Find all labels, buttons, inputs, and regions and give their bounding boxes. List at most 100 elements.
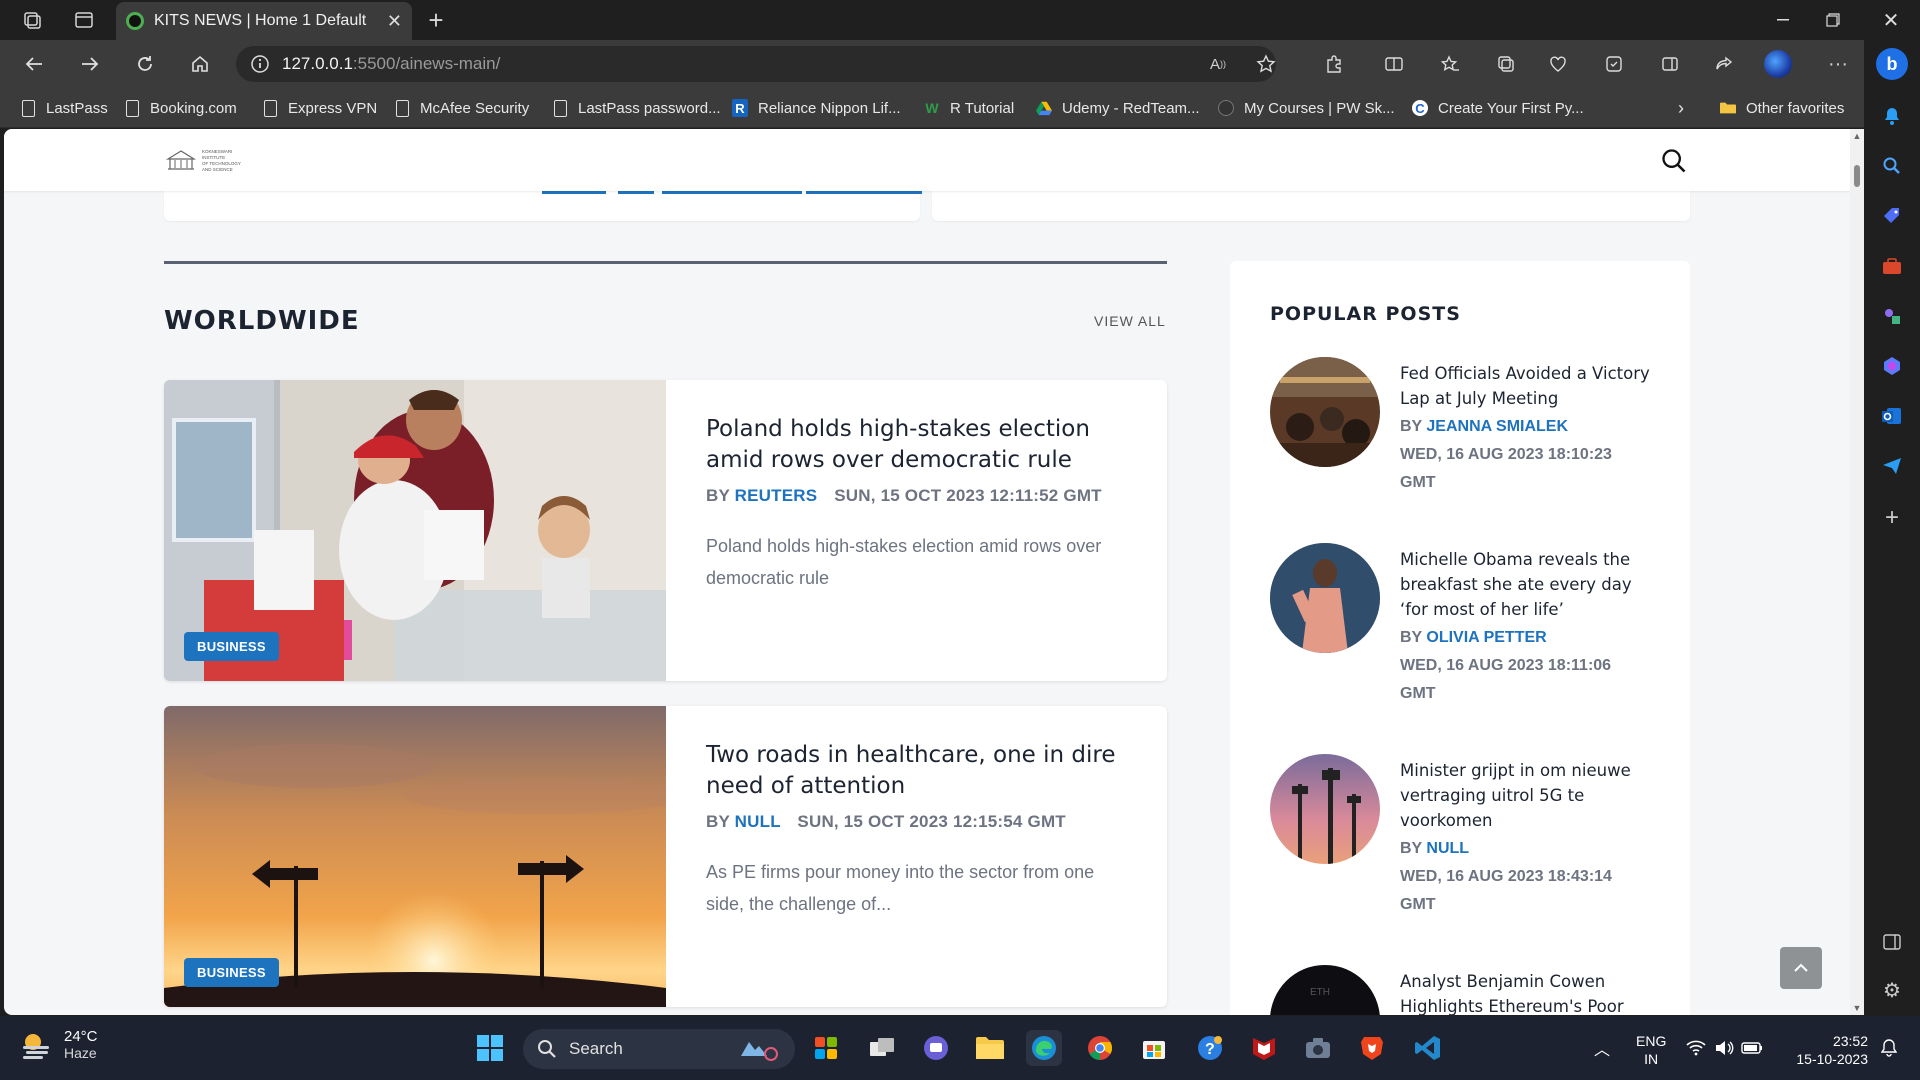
popular-post-title[interactable]: Michelle Obama reveals the breakfast she… — [1400, 547, 1650, 622]
article-author[interactable]: REUTERS — [735, 486, 818, 505]
bing-copilot-icon[interactable]: b — [1876, 48, 1908, 80]
performance-icon[interactable] — [1600, 50, 1628, 78]
tools-icon[interactable] — [1878, 252, 1906, 280]
bookmark-mcafee[interactable]: McAfee Security — [394, 96, 529, 120]
split-screen-icon[interactable] — [1380, 50, 1408, 78]
microsoft-store-icon[interactable] — [1136, 1030, 1172, 1066]
chrome-icon[interactable] — [1082, 1030, 1118, 1066]
scroll-down-arrow-icon[interactable]: ▼ — [1852, 1003, 1862, 1013]
site-logo[interactable]: KOKNESWARI INSTITUTE OF TECHNOLOGY AND S… — [164, 145, 254, 175]
bookmark-booking[interactable]: Booking.com — [124, 96, 237, 120]
close-tab-icon[interactable]: ✕ — [387, 11, 402, 32]
bookmark-lastpass-password[interactable]: LastPass password... — [552, 96, 721, 120]
site-search-icon[interactable] — [1660, 147, 1688, 175]
battery-icon[interactable] — [1740, 1030, 1764, 1066]
favorite-star-icon[interactable] — [1252, 50, 1280, 78]
popular-post-title[interactable]: Minister grijpt in om nieuwe vertraging … — [1400, 758, 1650, 833]
workspaces-icon[interactable] — [16, 6, 48, 34]
system-clock[interactable]: 23:52 15-10-2023 — [1776, 1032, 1868, 1068]
category-badge[interactable]: BUSINESS — [184, 632, 279, 661]
article-image-crossroads[interactable]: BUSINESS — [164, 706, 666, 1007]
outlook-icon[interactable] — [1878, 402, 1906, 430]
popular-post-author[interactable]: OLIVIA PETTER — [1426, 629, 1546, 646]
microsoft-365-icon[interactable] — [1878, 352, 1906, 380]
popular-post-thumbnail[interactable] — [1270, 357, 1380, 467]
share-icon[interactable] — [1710, 50, 1738, 78]
home-icon[interactable] — [182, 48, 218, 80]
article-card[interactable]: BUSINESS Poland holds high-stakes electi… — [164, 380, 1167, 681]
article-image-election[interactable]: BUSINESS — [164, 380, 666, 681]
back-to-top-button[interactable] — [1780, 947, 1822, 989]
popular-post-thumbnail[interactable] — [1270, 543, 1380, 653]
bookmark-r-tutorial[interactable]: WR Tutorial — [924, 96, 1014, 120]
edge-browser-icon[interactable] — [1026, 1030, 1062, 1066]
restore-icon[interactable] — [1810, 4, 1856, 36]
article-headline[interactable]: Two roads in healthcare, one in dire nee… — [706, 740, 1126, 802]
bookmark-create-first-py[interactable]: C Create Your First Py... — [1412, 96, 1584, 120]
add-sidebar-app-icon[interactable]: + — [1878, 504, 1906, 532]
task-view-icon[interactable] — [864, 1030, 900, 1066]
category-badge[interactable]: BUSINESS — [184, 958, 279, 987]
notification-bell-icon[interactable] — [1874, 1030, 1904, 1066]
search-sidebar-icon[interactable] — [1878, 152, 1906, 180]
view-all-link[interactable]: VIEW ALL — [1094, 313, 1166, 329]
popular-post-author[interactable]: NULL — [1426, 840, 1469, 857]
other-favorites-folder[interactable]: Other favorites — [1720, 96, 1844, 120]
camera-icon[interactable] — [1300, 1030, 1336, 1066]
scrollbar-thumb[interactable] — [1854, 165, 1860, 187]
address-bar[interactable]: 127.0.0.1:5500/ainews-main/ — [236, 46, 1276, 82]
page-scrollbar[interactable]: ▲ ▼ — [1850, 129, 1864, 1015]
site-info-icon[interactable] — [250, 54, 270, 74]
show-hidden-icons-chevron[interactable]: ︿ — [1584, 1030, 1620, 1066]
brave-browser-icon[interactable] — [1354, 1030, 1390, 1066]
mcafee-icon[interactable] — [1246, 1030, 1282, 1066]
bookmark-pw-skills[interactable]: My Courses | PW Sk... — [1218, 96, 1395, 120]
bookmark-lastpass[interactable]: LastPass — [20, 96, 108, 120]
popular-post-thumbnail[interactable] — [1270, 754, 1380, 864]
favorites-icon[interactable] — [1436, 50, 1464, 78]
tab-actions-icon[interactable] — [68, 6, 100, 34]
bookmarks-overflow-icon[interactable]: › — [1678, 96, 1684, 120]
refresh-icon[interactable] — [127, 48, 163, 80]
close-window-icon[interactable]: ✕ — [1868, 4, 1914, 36]
popular-post-title[interactable]: Analyst Benjamin Cowen Highlights Ethere… — [1400, 969, 1650, 1015]
popular-post-title[interactable]: Fed Officials Avoided a Victory Lap at J… — [1400, 361, 1650, 411]
games-icon[interactable] — [1878, 302, 1906, 330]
scroll-up-arrow-icon[interactable]: ▲ — [1852, 131, 1862, 141]
more-menu-icon[interactable]: ··· — [1824, 50, 1852, 78]
file-explorer-icon[interactable] — [972, 1030, 1008, 1066]
taskbar-search-box[interactable]: Search — [523, 1029, 795, 1069]
vscode-icon[interactable] — [1410, 1030, 1446, 1066]
weather-widget[interactable]: 24°C Haze — [20, 1028, 98, 1061]
tab-kits-news[interactable]: KITS NEWS | Home 1 Default ✕ — [116, 2, 412, 40]
extensions-icon[interactable] — [1320, 50, 1348, 78]
language-indicator[interactable]: ENG IN — [1636, 1032, 1666, 1068]
start-windows-icon[interactable] — [472, 1030, 508, 1066]
wifi-icon[interactable] — [1684, 1030, 1708, 1066]
bookmark-reliance-nippon[interactable]: R Reliance Nippon Lif... — [732, 96, 901, 120]
microsoft-store-copilot-icon[interactable] — [808, 1030, 844, 1066]
notifications-bell-icon[interactable] — [1878, 102, 1906, 130]
popular-post-author[interactable]: JEANNA SMIALEK — [1426, 418, 1568, 435]
sidebar-panel-icon[interactable] — [1656, 50, 1684, 78]
sidebar-settings-gear-icon[interactable]: ⚙ — [1878, 976, 1906, 1004]
shopping-tag-icon[interactable] — [1878, 202, 1906, 230]
bookmark-express-vpn[interactable]: Express VPN — [262, 96, 377, 120]
minimize-icon[interactable] — [1760, 4, 1806, 36]
bookmark-udemy-redteam[interactable]: Udemy - RedTeam... — [1036, 96, 1200, 120]
article-card[interactable]: BUSINESS Two roads in healthcare, one in… — [164, 706, 1167, 1007]
profile-avatar[interactable] — [1764, 50, 1792, 78]
article-author[interactable]: NULL — [735, 812, 781, 831]
get-help-icon[interactable]: ? — [1192, 1030, 1228, 1066]
teams-chat-icon[interactable] — [918, 1030, 954, 1066]
new-tab-icon[interactable]: + — [420, 5, 452, 35]
article-headline[interactable]: Poland holds high-stakes election amid r… — [706, 414, 1126, 476]
read-aloud-icon[interactable]: A)) — [1204, 50, 1232, 78]
back-icon[interactable] — [16, 48, 52, 80]
drop-send-icon[interactable] — [1878, 452, 1906, 480]
collections-icon[interactable] — [1492, 50, 1520, 78]
browser-essentials-icon[interactable] — [1544, 50, 1572, 78]
forward-icon[interactable] — [72, 48, 108, 80]
hide-sidebar-icon[interactable] — [1878, 928, 1906, 956]
popular-post-thumbnail[interactable]: ETH — [1270, 965, 1380, 1015]
